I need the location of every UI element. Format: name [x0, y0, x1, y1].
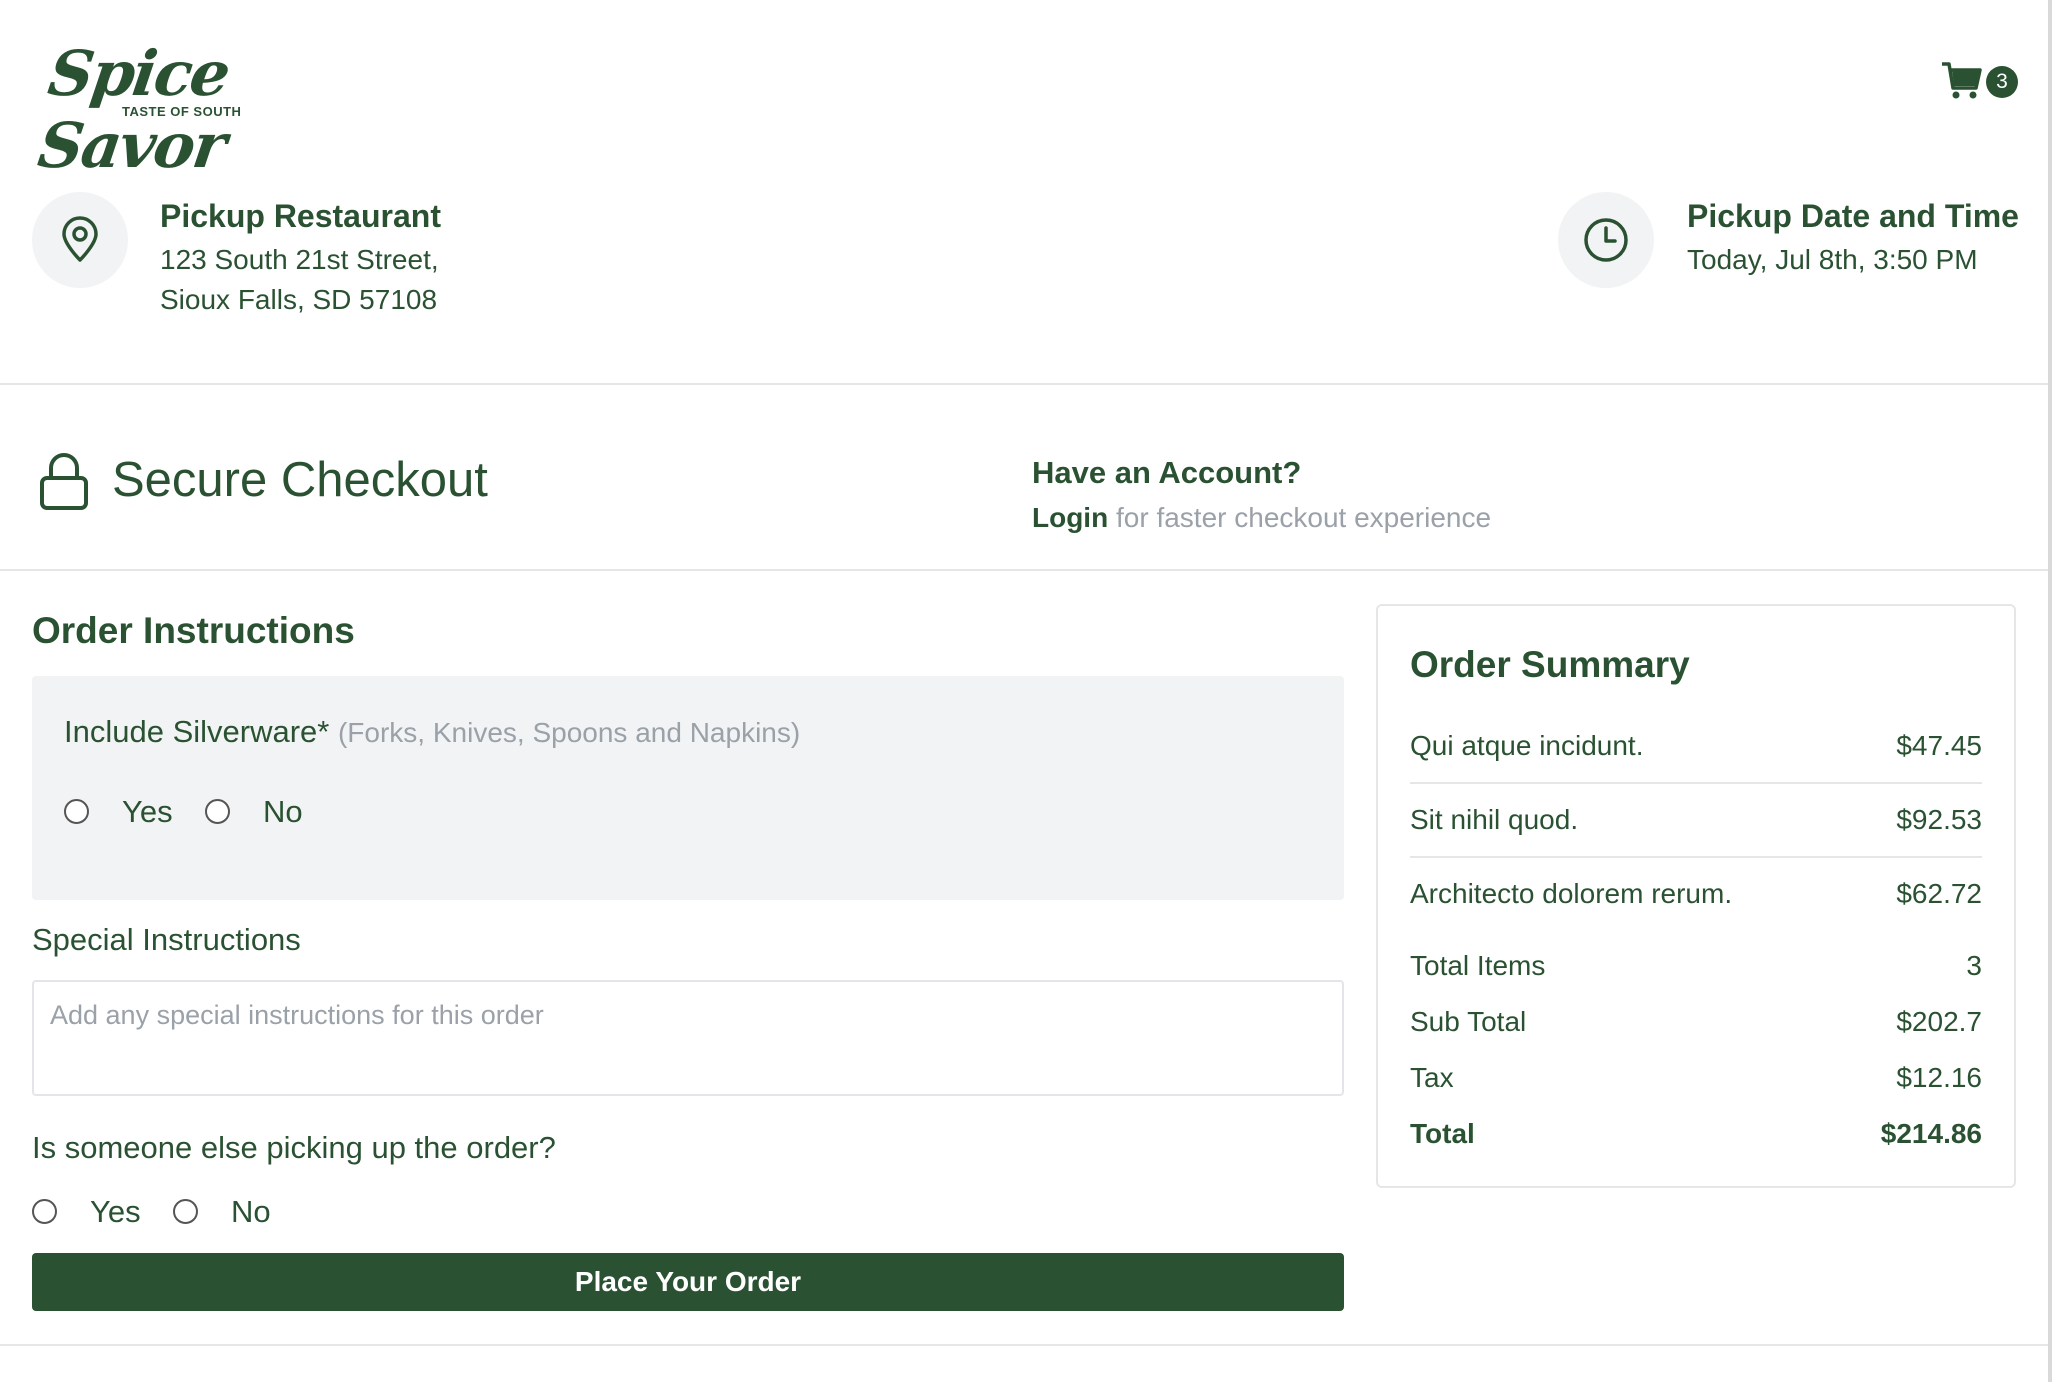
summary-tax-row: Tax $12.16: [1410, 1062, 1982, 1094]
silverware-label-text: Include Silverware*: [64, 714, 330, 749]
location-pin-icon: [32, 192, 128, 288]
summary-tax-label: Tax: [1410, 1062, 1454, 1093]
cart-button[interactable]: 3: [1940, 58, 2020, 102]
summary-divider: [1410, 782, 1982, 784]
summary-subtotal-label: Sub Total: [1410, 1006, 1527, 1037]
silverware-no-label[interactable]: No: [263, 794, 303, 830]
summary-item-price: $47.45: [1896, 730, 1982, 761]
someone-else-no-radio[interactable]: [173, 1199, 198, 1224]
summary-total-items-label: Total Items: [1410, 950, 1546, 981]
silverware-label: Include Silverware* (Forks, Knives, Spoo…: [64, 714, 800, 750]
summary-divider: [1410, 856, 1982, 858]
summary-total-items-value: 3: [1966, 950, 1982, 981]
cart-count-badge: 3: [1986, 66, 2018, 98]
order-summary-title: Order Summary: [1410, 644, 1690, 685]
special-instructions-label: Special Instructions: [32, 922, 301, 957]
login-link[interactable]: Login: [1032, 502, 1108, 533]
login-prompt-text: for faster checkout experience: [1108, 502, 1492, 533]
have-account-heading: Have an Account?: [1032, 455, 1302, 490]
special-instructions-input[interactable]: [32, 980, 1344, 1096]
pickup-restaurant-title: Pickup Restaurant: [160, 198, 441, 234]
pickup-time-value: Today, Jul 8th, 3:50 PM: [1687, 244, 1978, 275]
someone-else-yes-label[interactable]: Yes: [90, 1194, 141, 1230]
summary-subtotal-value: $202.7: [1896, 1006, 1982, 1037]
login-prompt: Login for faster checkout experience: [1032, 502, 1491, 534]
cart-icon: [1942, 62, 1982, 99]
secure-checkout-title: Secure Checkout: [112, 453, 488, 507]
summary-item-name: Sit nihil quod.: [1410, 804, 1579, 835]
pickup-address-line1: 123 South 21st Street,: [160, 244, 439, 275]
summary-item-row: Qui atque incidunt. $47.45: [1410, 730, 1982, 762]
pickup-address-line2: Sioux Falls, SD 57108: [160, 284, 438, 315]
silverware-yes-label[interactable]: Yes: [122, 794, 173, 830]
summary-subtotal-row: Sub Total $202.7: [1410, 1006, 1982, 1038]
summary-item-name: Architecto dolorem rerum.: [1410, 878, 1733, 909]
summary-total-items-row: Total Items 3: [1410, 950, 1982, 982]
scrollbar[interactable]: [2048, 0, 2052, 1382]
lock-icon: [40, 453, 88, 510]
summary-total-label: Total: [1410, 1118, 1475, 1149]
clock-icon: [1558, 192, 1654, 288]
summary-item-price: $92.53: [1896, 804, 1982, 835]
summary-total-row: Total $214.86: [1410, 1118, 1982, 1150]
pickup-time-title: Pickup Date and Time: [1687, 198, 2019, 234]
summary-total-value: $214.86: [1880, 1118, 1982, 1149]
summary-item-row: Architecto dolorem rerum. $62.72: [1410, 878, 1982, 910]
summary-item-row: Sit nihil quod. $92.53: [1410, 804, 1982, 836]
silverware-panel: [32, 676, 1344, 900]
summary-item-price: $62.72: [1896, 878, 1982, 909]
brand-tagline: TASTE OF SOUTH: [122, 104, 242, 119]
someone-else-yes-radio[interactable]: [32, 1199, 57, 1224]
silverware-hint: (Forks, Knives, Spoons and Napkins): [337, 717, 801, 748]
someone-else-no-label[interactable]: No: [231, 1194, 271, 1230]
divider: [0, 1344, 2048, 1346]
divider: [0, 383, 2048, 385]
silverware-yes-radio[interactable]: [64, 799, 89, 824]
silverware-no-radio[interactable]: [205, 799, 230, 824]
summary-tax-value: $12.16: [1896, 1062, 1982, 1093]
order-instructions-title: Order Instructions: [32, 610, 355, 651]
divider: [0, 569, 2048, 571]
brand-logo[interactable]: Spice Savor TASTE OF SOUTH: [34, 37, 324, 182]
someone-else-question: Is someone else picking up the order?: [32, 1130, 556, 1165]
summary-item-name: Qui atque incidunt.: [1410, 730, 1644, 761]
place-order-button[interactable]: Place Your Order: [32, 1253, 1344, 1311]
